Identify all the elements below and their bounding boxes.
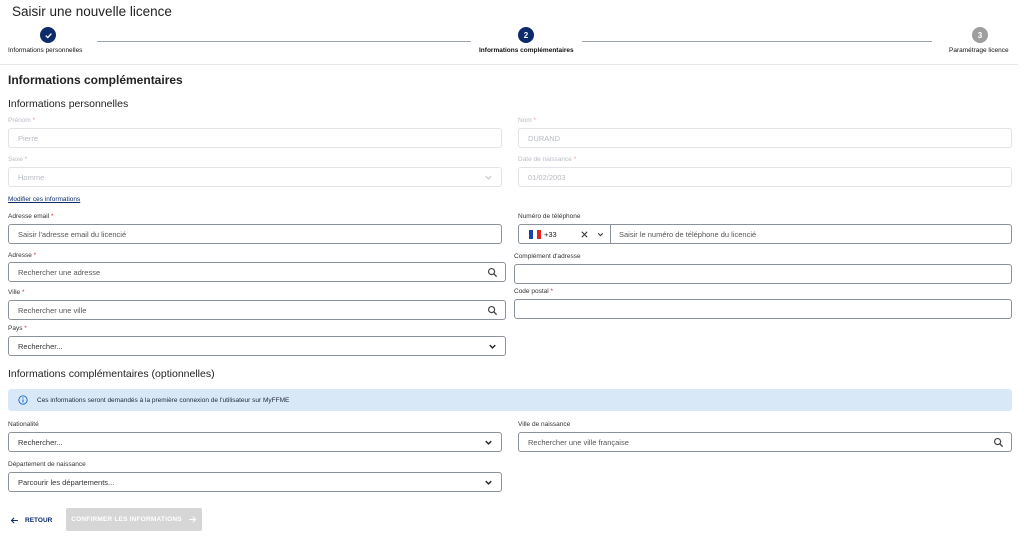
info-banner: Ces informations seront demandés à la pr… <box>8 389 1012 411</box>
email-input[interactable]: Saisir l'adresse email du licencié <box>8 224 502 244</box>
prenom-label: Prénom * <box>8 117 36 124</box>
step-connector <box>97 41 471 42</box>
naissance-label: Date de naissance * <box>518 156 577 163</box>
optional-info-title: Informations complémentaires (optionnell… <box>8 368 215 380</box>
france-flag-icon <box>529 229 541 239</box>
pays-select[interactable]: Rechercher... <box>8 336 506 356</box>
edit-info-link[interactable]: Modifier ces informations <box>8 196 80 203</box>
step-3-circle: 3 <box>972 27 988 43</box>
pays-label: Pays * <box>8 325 27 332</box>
confirm-button[interactable]: CONFIRMER LES INFORMATIONS <box>66 508 202 531</box>
chevron-down-icon <box>485 175 492 180</box>
step-2-circle: 2 <box>518 27 534 43</box>
ville-naissance-input[interactable]: Rechercher une ville française <box>518 432 1012 452</box>
stepper-divider <box>0 64 1018 65</box>
step-3-label: Paramétrage licence <box>949 47 1009 54</box>
sexe-label: Sexe * <box>8 156 28 163</box>
personal-info-title: Informations personnelles <box>8 98 129 110</box>
sexe-select: Homme <box>8 167 502 187</box>
search-icon <box>487 267 498 278</box>
nationalite-select[interactable]: Rechercher... <box>8 432 502 452</box>
search-icon <box>993 437 1004 448</box>
step-1-label: Informations personnelles <box>8 47 83 54</box>
clear-icon[interactable] <box>580 230 589 239</box>
adresse-input[interactable]: Rechercher une adresse <box>8 262 506 282</box>
page-title: Saisir une nouvelle licence <box>12 4 172 19</box>
email-label: Adresse email * <box>8 213 54 220</box>
phone-country-select[interactable]: +33 <box>518 224 610 244</box>
arrow-left-icon <box>10 517 18 523</box>
step-connector <box>582 41 932 42</box>
ville-naissance-label: Ville de naissance <box>518 421 571 428</box>
stepper: Informations personnelles 2 Informations… <box>0 26 1024 62</box>
back-button[interactable]: RETOUR <box>10 513 52 527</box>
chevron-down-icon <box>485 440 492 445</box>
chevron-down-icon <box>485 480 492 485</box>
departement-select[interactable]: Parcourir les départements... <box>8 472 502 492</box>
section-title: Informations complémentaires <box>8 73 183 87</box>
search-icon <box>487 305 498 316</box>
phone-label: Numéro de téléphone <box>518 213 581 220</box>
ville-input[interactable]: Rechercher une ville <box>8 300 506 320</box>
ville-label: Ville * <box>8 289 25 296</box>
code-postal-input[interactable] <box>514 299 1012 319</box>
info-icon <box>18 395 28 405</box>
complement-label: Complément d'adresse <box>514 253 581 260</box>
chevron-down-icon[interactable] <box>596 230 605 239</box>
departement-label: Département de naissance <box>8 461 86 468</box>
arrow-right-icon <box>188 516 197 523</box>
code-postal-label: Code postal * <box>514 288 554 295</box>
prenom-field: Pierre <box>8 128 502 148</box>
step-2-label: Informations complémentaires <box>479 47 574 54</box>
nom-field: DURAND <box>518 128 1012 148</box>
naissance-field: 01/02/2003 <box>518 167 1012 187</box>
phone-input[interactable]: Saisir le numéro de téléphone du licenci… <box>610 224 1012 244</box>
nom-label: Nom * <box>518 117 537 124</box>
nationalite-label: Nationalité <box>8 421 39 428</box>
complement-input[interactable] <box>514 264 1012 284</box>
step-1-check-icon <box>40 27 56 43</box>
chevron-down-icon <box>489 344 496 349</box>
adresse-label: Adresse * <box>8 252 37 259</box>
